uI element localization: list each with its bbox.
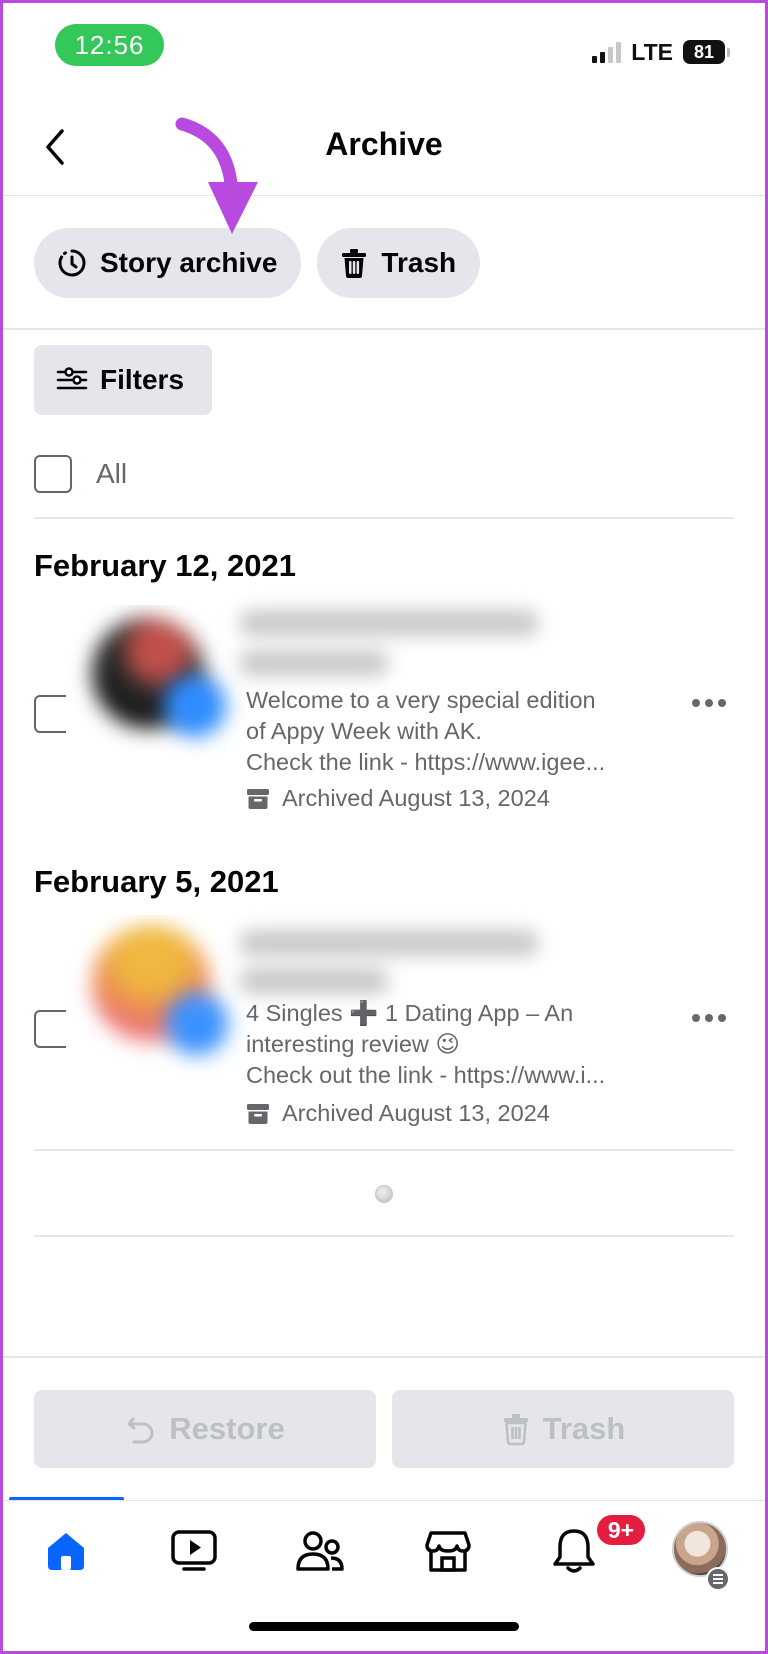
battery-level: 81 [683, 40, 725, 64]
marketplace-icon [425, 1531, 471, 1572]
video-icon [171, 1530, 217, 1571]
archived-date-row: Archived August 13, 2024 [246, 1100, 550, 1127]
select-all-row: All [34, 455, 127, 493]
archived-date: Archived August 13, 2024 [282, 1100, 550, 1126]
blurred-title [239, 610, 539, 636]
notifications-badge: 9+ [595, 1513, 647, 1547]
archived-date-row: Archived August 13, 2024 [246, 785, 550, 812]
divider [0, 328, 768, 330]
divider [34, 1149, 734, 1151]
trash-action-label: Trash [542, 1411, 626, 1446]
story-archive-label: Story archive [100, 247, 278, 278]
select-all-label: All [96, 458, 128, 489]
story-archive-icon [58, 249, 86, 277]
trash-icon [342, 249, 367, 278]
trash-chip-label: Trash [381, 247, 457, 278]
trash-chip-button[interactable]: Trash [317, 228, 481, 298]
more-options-button[interactable] [684, 683, 734, 723]
archived-post-item: Welcome to a very special edition of App… [34, 595, 734, 825]
tab-marketplace[interactable] [418, 1523, 478, 1579]
archived-date: Archived August 13, 2024 [282, 785, 550, 811]
more-options-button[interactable] [684, 998, 734, 1038]
battery-icon: 81 [683, 40, 730, 64]
divider [34, 1235, 734, 1237]
archive-box-icon [247, 1103, 269, 1124]
post-text[interactable]: 4 Singles ➕ 1 Dating App – An interestin… [246, 998, 666, 1091]
tab-video[interactable] [164, 1523, 224, 1579]
trash-icon [503, 1414, 528, 1446]
home-indicator [249, 1622, 519, 1631]
divider [0, 1356, 768, 1358]
bottom-tab-bar: 9+ [0, 1500, 768, 1600]
friends-icon [296, 1531, 344, 1571]
loading-indicator [375, 1185, 393, 1203]
select-all-checkbox[interactable] [34, 455, 72, 493]
blurred-title [239, 930, 539, 956]
filters-label: Filters [100, 364, 185, 395]
network-label: LTE [631, 38, 673, 65]
sliders-icon [56, 367, 88, 390]
blurred-title [239, 650, 389, 676]
restore-icon [127, 1417, 154, 1444]
trash-action-button[interactable]: Trash [392, 1390, 734, 1468]
archived-post-item: 4 Singles ➕ 1 Dating App – An interestin… [34, 910, 734, 1140]
status-time: 12:56 [55, 24, 164, 66]
post-thumbnail[interactable] [66, 915, 266, 1090]
status-indicators: LTE 81 [592, 36, 730, 68]
section-date-heading: February 12, 2021 [34, 548, 296, 583]
post-thumbnail[interactable] [66, 605, 266, 780]
annotation-arrow [175, 117, 258, 234]
home-icon [48, 1533, 84, 1570]
restore-label: Restore [169, 1411, 285, 1446]
section-date-heading: February 5, 2021 [34, 864, 279, 899]
archive-header: Archive [0, 100, 768, 196]
menu-icon [706, 1567, 730, 1591]
post-text[interactable]: Welcome to a very special edition of App… [246, 685, 666, 778]
signal-icon [592, 41, 622, 63]
restore-button[interactable]: Restore [34, 1390, 376, 1468]
page-title: Archive [325, 126, 443, 162]
archive-box-icon [247, 788, 269, 809]
tab-friends[interactable] [290, 1523, 350, 1579]
bell-icon [553, 1529, 595, 1573]
blurred-title [239, 968, 389, 994]
filters-button[interactable]: Filters [34, 345, 212, 415]
tab-home[interactable] [36, 1523, 96, 1579]
divider [34, 517, 734, 519]
